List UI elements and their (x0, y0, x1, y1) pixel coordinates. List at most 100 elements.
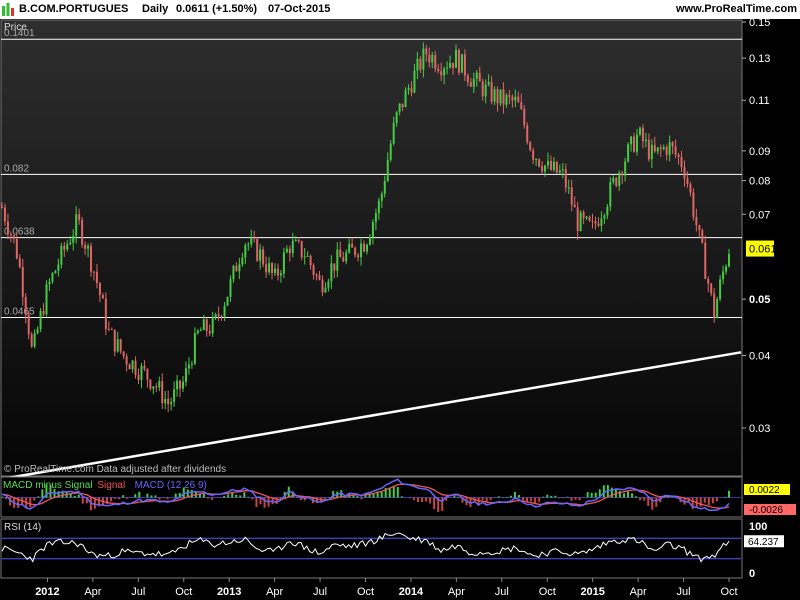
down-candle (517, 96, 520, 103)
up-candle (392, 122, 395, 144)
down-candle (401, 103, 404, 108)
last-price-change: 0.0611 (+1.50%) (176, 3, 258, 15)
down-candle (125, 356, 128, 365)
down-candle (30, 334, 33, 347)
down-candle (98, 283, 101, 296)
down-candle (95, 271, 98, 284)
up-candle (431, 54, 434, 63)
down-candle (437, 68, 440, 72)
down-candle (588, 216, 591, 221)
watermark-text: © ProRealTime.com Data adjusted after di… (4, 464, 226, 475)
down-candle (597, 223, 600, 226)
up-candle (291, 240, 294, 254)
up-candle (66, 244, 69, 250)
header-date: 07-Oct-2015 (268, 3, 331, 15)
up-candle (514, 96, 517, 101)
down-candle (271, 263, 274, 274)
down-candle (110, 328, 113, 330)
up-candle (446, 67, 449, 69)
down-candle (167, 398, 170, 405)
down-candle (695, 216, 698, 226)
down-candle (134, 360, 137, 375)
down-candle (220, 316, 223, 318)
time-axis-label: Oct (720, 586, 737, 598)
up-candle (561, 169, 564, 171)
time-axis-label: 2012 (35, 586, 59, 598)
up-candle (413, 70, 416, 93)
up-candle (193, 332, 196, 364)
down-candle (674, 146, 677, 155)
down-candle (63, 245, 66, 250)
time-axis-label: Apr (84, 586, 101, 598)
down-candle (713, 293, 716, 319)
down-candle (502, 89, 505, 105)
up-candle (656, 147, 659, 152)
up-candle (182, 381, 185, 389)
up-candle (39, 310, 42, 330)
down-candle (680, 157, 683, 168)
down-candle (84, 244, 87, 249)
last-price-label: 0.0611 (749, 244, 782, 256)
down-candle (21, 266, 24, 297)
horizontal-line-label: 0.0465 (4, 306, 35, 317)
down-candle (146, 368, 149, 380)
up-candle (282, 252, 285, 274)
down-candle (665, 147, 668, 155)
down-candle (6, 221, 9, 234)
period-label: Daily (142, 3, 169, 15)
down-candle (256, 238, 259, 261)
chart-area[interactable]: Price 0.14010.0820.06380.0465 0.150.130.… (0, 19, 800, 600)
price-axis-label: 0.08 (749, 176, 770, 188)
up-candle (345, 252, 348, 262)
time-axis-label: 2015 (580, 586, 604, 598)
down-candle (570, 187, 573, 205)
down-candle (463, 54, 466, 76)
up-candle (140, 365, 143, 380)
down-candle (297, 239, 300, 242)
down-candle (710, 283, 713, 294)
price-axis-label: 0.04 (749, 350, 770, 362)
price-axis-label: 0.09 (749, 146, 770, 158)
up-candle (380, 193, 383, 201)
down-candle (698, 225, 701, 231)
up-candle (279, 273, 282, 276)
down-candle (538, 159, 541, 167)
down-candle (647, 139, 650, 160)
up-candle (158, 381, 161, 388)
rsi-axis-label: 100 (749, 521, 767, 533)
up-candle (365, 244, 368, 252)
up-candle (190, 363, 193, 365)
up-candle (644, 139, 647, 142)
time-axis-label: Apr (630, 586, 647, 598)
up-candle (475, 72, 478, 79)
down-candle (410, 88, 413, 93)
down-candle (692, 192, 695, 217)
macd-legend-label: Signal (97, 480, 125, 491)
up-candle (612, 177, 615, 182)
down-candle (24, 296, 27, 315)
down-candle (541, 166, 544, 172)
down-candle (576, 207, 579, 231)
down-candle (357, 255, 360, 258)
up-candle (389, 143, 392, 160)
up-candle (493, 89, 496, 102)
rsi-panel (0, 518, 743, 579)
down-candle (15, 238, 18, 259)
up-candle (259, 249, 262, 261)
up-candle (618, 172, 621, 186)
up-candle (443, 68, 446, 76)
up-candle (75, 214, 78, 236)
up-candle (668, 142, 671, 155)
macd-legend-label: MACD (12 26 9) (135, 480, 207, 491)
up-candle (116, 339, 119, 352)
down-candle (496, 89, 499, 104)
down-candle (478, 72, 481, 82)
rsi-value-label: 64.237 (748, 537, 779, 548)
up-candle (716, 299, 719, 319)
up-candle (294, 239, 297, 241)
down-candle (594, 221, 597, 224)
down-candle (1, 207, 3, 209)
down-candle (653, 144, 656, 152)
up-candle (374, 213, 377, 223)
up-candle (348, 243, 351, 253)
